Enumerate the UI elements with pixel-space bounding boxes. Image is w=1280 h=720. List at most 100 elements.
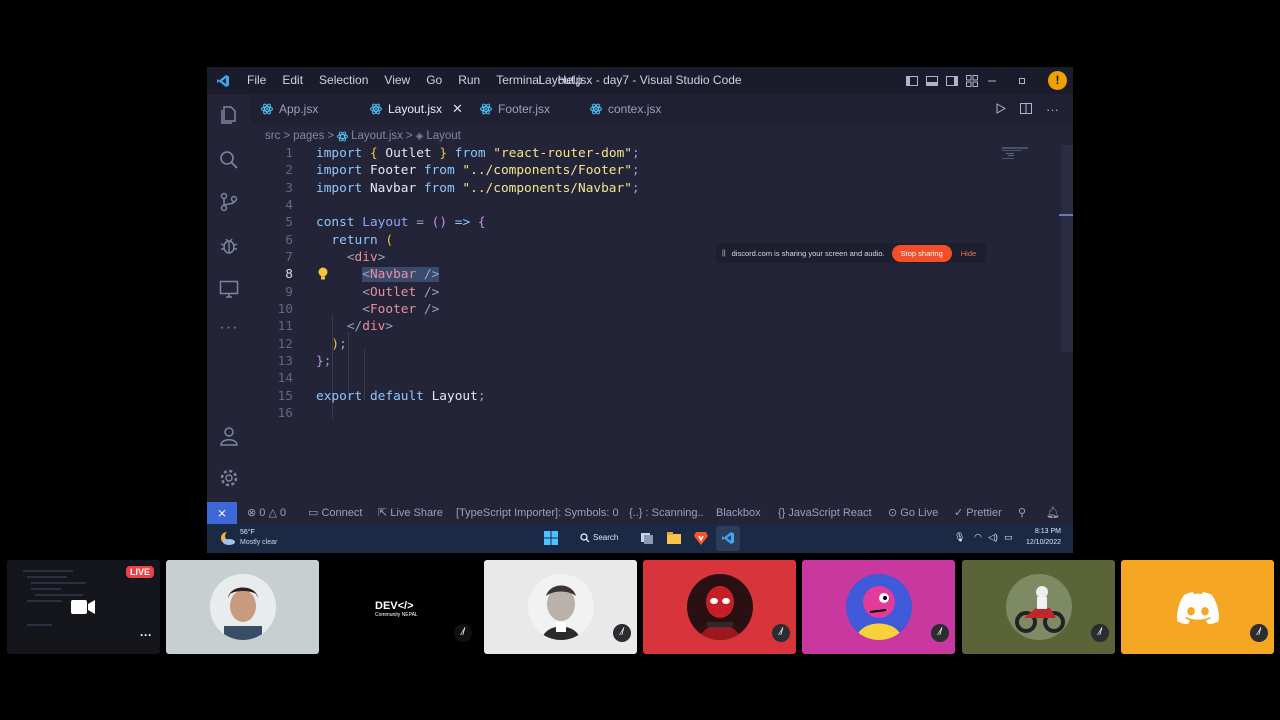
vscode-taskbar-button[interactable] — [716, 526, 740, 551]
explorer-icon[interactable] — [218, 104, 240, 126]
menu-run[interactable]: Run — [450, 67, 488, 94]
code-editor[interactable]: 1 import { Outlet } from "react-router-do… — [251, 145, 1063, 445]
close-tab-icon[interactable]: ✕ — [452, 101, 463, 117]
feedback-icon[interactable]: ⚲ — [1018, 502, 1026, 524]
line-number: 2 — [285, 163, 293, 178]
toggle-secondary-sidebar-icon[interactable] — [945, 74, 959, 88]
remote-indicator-icon[interactable]: ⨯ — [207, 502, 237, 524]
clock-time[interactable]: 8:13 PM — [1035, 528, 1061, 535]
participant-tile-7[interactable]: ⁄̸ — [962, 560, 1115, 654]
battery-icon[interactable]: ▭ — [1004, 532, 1013, 543]
more-icon[interactable]: ··· — [218, 319, 240, 341]
tab-footer-jsx[interactable]: Footer.jsx — [480, 94, 550, 124]
line-number: 13 — [277, 354, 293, 369]
menu-selection[interactable]: Selection — [311, 67, 376, 94]
wifi-icon[interactable]: ◠ — [974, 532, 982, 543]
breadcrumb-pages[interactable]: pages — [293, 130, 324, 142]
stream-preview-tile[interactable]: LIVE ··· — [7, 560, 160, 654]
warnings-count: 0 — [279, 507, 287, 519]
go-live-button[interactable]: ⊙ Go Live — [888, 502, 938, 524]
tab-layout-jsx[interactable]: Layout.jsx ✕ — [370, 94, 463, 124]
activity-bar: ··· — [207, 94, 251, 502]
accounts-icon[interactable] — [218, 425, 240, 447]
breadcrumb-file[interactable]: Layout.jsx — [351, 130, 403, 142]
prettier-status[interactable]: ✓ Prettier — [954, 502, 1002, 524]
run-icon[interactable] — [996, 102, 1007, 117]
participant-tile-6[interactable]: ⁄̸ — [802, 560, 955, 654]
clock-date[interactable]: 12/10/2022 — [1026, 539, 1061, 546]
settings-gear-icon[interactable] — [218, 467, 240, 489]
more-options-icon[interactable]: ··· — [140, 628, 152, 642]
search-icon[interactable] — [218, 149, 240, 171]
menu-go[interactable]: Go — [418, 67, 450, 94]
connect-button[interactable]: ▭ Connect — [308, 502, 362, 524]
breadcrumb-src[interactable]: src — [265, 130, 280, 142]
vertical-scrollbar[interactable] — [1061, 145, 1073, 352]
weather-condition[interactable]: Mostly clear — [240, 539, 277, 546]
participant-tile-5[interactable]: ⁄̸ — [643, 560, 796, 654]
line-text: import Footer from "../components/Footer… — [316, 163, 640, 178]
menu-file[interactable]: File — [239, 67, 274, 94]
taskbar-search[interactable]: Search — [593, 533, 618, 542]
connect-label: Connect — [321, 507, 363, 519]
dev-community-subtitle: Community NEPAL — [375, 612, 418, 618]
remote-explorer-icon[interactable] — [218, 278, 240, 300]
weather-temperature[interactable]: 56°F — [240, 529, 255, 536]
toggle-panel-icon[interactable] — [925, 74, 939, 88]
scanning-status[interactable]: {..} : Scanning.. — [629, 502, 704, 524]
chevron-right-icon: > — [283, 130, 291, 142]
blackbox-status[interactable]: Blackbox — [716, 502, 761, 524]
code-line: 12 ); — [251, 336, 1011, 353]
hide-button[interactable]: Hide — [961, 249, 976, 258]
volume-icon[interactable]: ◁) — [988, 532, 998, 543]
windows-start-icon[interactable] — [543, 530, 559, 546]
scroll-position-marker — [1059, 214, 1073, 216]
toggle-sidebar-icon[interactable] — [905, 74, 919, 88]
minimize-icon[interactable] — [985, 74, 999, 88]
restore-icon[interactable] — [1015, 74, 1029, 88]
ts-importer-status[interactable]: [TypeScript Importer]: Symbols: 0 — [456, 502, 619, 524]
screen-share-banner: || discord.com is sharing your screen an… — [716, 243, 986, 263]
stop-sharing-button[interactable]: Stop sharing — [891, 244, 952, 262]
split-editor-icon[interactable] — [1020, 102, 1032, 117]
microphone-icon[interactable]: 🎙︎ — [954, 532, 965, 543]
tab-app-jsx[interactable]: App.jsx — [261, 94, 318, 124]
line-text: </div> — [346, 319, 394, 334]
search-icon[interactable] — [580, 533, 590, 543]
minimap[interactable] — [1002, 147, 1038, 161]
line-number: 1 — [285, 146, 293, 161]
line-text: import Navbar from "../components/Navbar… — [316, 181, 640, 196]
code-line: 16 — [251, 405, 1011, 422]
windows-taskbar: 56°F Mostly clear Search 🎙︎ ◠ ◁) ▭ 8:13 … — [207, 524, 1073, 553]
live-share-button[interactable]: ⇱ Live Share — [378, 502, 443, 524]
participant-tile-discord[interactable]: ⁄̸ — [1121, 560, 1274, 654]
menu-view[interactable]: View — [376, 67, 418, 94]
breadcrumb-symbol[interactable]: Layout — [426, 130, 461, 142]
task-view-icon[interactable] — [639, 530, 655, 546]
editor-tabs: App.jsx Layout.jsx ✕ Footer.jsx contex.j… — [251, 94, 1073, 124]
more-actions-icon[interactable]: ··· — [1046, 102, 1059, 117]
notification-icon[interactable]: ! — [1048, 71, 1067, 90]
brave-browser-icon[interactable] — [693, 530, 709, 546]
menu-help[interactable]: Help — [550, 67, 591, 94]
participant-tile-dev-community[interactable]: DEV</> Community NEPAL ⁄̸ — [325, 560, 478, 654]
muted-mic-icon: ⁄̸ — [454, 624, 472, 642]
file-explorer-icon[interactable] — [666, 530, 682, 546]
problems-indicator[interactable]: ⊗ 0 △ 0 — [247, 502, 286, 524]
tab-contex-jsx[interactable]: contex.jsx — [590, 94, 661, 124]
chevron-right-icon: > — [405, 130, 413, 142]
muted-mic-icon: ⁄̸ — [931, 624, 949, 642]
language-mode[interactable]: {} JavaScript React — [778, 502, 872, 524]
react-icon — [261, 103, 273, 115]
muted-mic-icon: ⁄̸ — [613, 624, 631, 642]
menu-terminal[interactable]: Terminal — [488, 67, 549, 94]
participant-tile-4[interactable]: ⁄̸ — [484, 560, 637, 654]
customize-layout-icon[interactable] — [965, 74, 979, 88]
menu-edit[interactable]: Edit — [274, 67, 311, 94]
run-debug-icon[interactable] — [218, 234, 240, 256]
source-control-icon[interactable] — [218, 191, 240, 213]
line-text: export default Layout; — [316, 389, 486, 404]
prettier-label: Prettier — [966, 507, 1002, 519]
bell-icon[interactable]: 🔔︎ — [1046, 502, 1060, 524]
participant-tile-2[interactable] — [166, 560, 319, 654]
